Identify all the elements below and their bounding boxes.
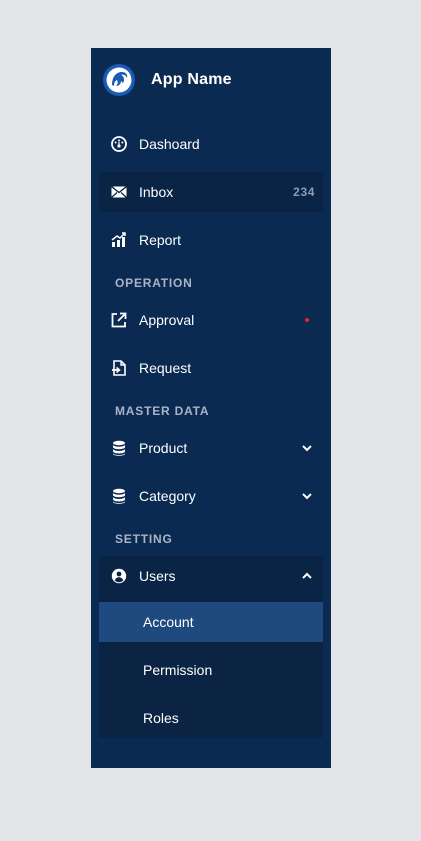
chart-icon [111, 232, 127, 248]
sidebar-item-category[interactable]: Category [99, 476, 323, 516]
section-heading-operation: OPERATION [115, 276, 193, 290]
file-arrow-icon [111, 360, 127, 376]
sidebar-item-users[interactable]: Users [99, 556, 323, 596]
sidebar-item-label: Approval [139, 312, 195, 328]
external-link-icon [111, 312, 127, 328]
sidebar-item-label: Dashoard [139, 136, 200, 152]
sidebar-item-label: Product [139, 440, 188, 456]
sidebar-item-product[interactable]: Product [99, 428, 323, 468]
section-heading-setting: SETTING [115, 532, 173, 546]
sidebar-item-inbox[interactable]: Inbox 234 [99, 172, 323, 212]
chevron-down-icon[interactable] [301, 490, 313, 502]
chevron-up-icon[interactable] [301, 570, 313, 582]
sidebar-item-label: Report [139, 232, 182, 248]
sidebar: App Name Dashoard Inbox 234 Report OPERA… [91, 48, 331, 768]
submenu-item-roles[interactable]: Roles [99, 698, 323, 738]
sidebar-item-report[interactable]: Report [99, 220, 323, 260]
sidebar-item-approval[interactable]: Approval [99, 300, 323, 340]
app-name: App Name [151, 71, 232, 88]
user-circle-icon [111, 568, 127, 584]
submenu-item-permission[interactable]: Permission [99, 650, 323, 690]
envelope-icon [111, 184, 127, 200]
sidebar-item-label: Request [139, 360, 192, 376]
users-submenu-group: Users Account Permission Roles [99, 556, 323, 738]
database-icon [111, 488, 127, 504]
dolphin-logo-icon [102, 63, 136, 97]
chevron-down-icon[interactable] [301, 442, 313, 454]
sidebar-item-label: Inbox [139, 184, 174, 200]
sidebar-item-label: Users [139, 568, 176, 584]
inbox-count-badge: 234 [293, 185, 315, 199]
sidebar-item-request[interactable]: Request [99, 348, 323, 388]
submenu-item-account[interactable]: Account [99, 602, 323, 642]
sidebar-item-dashboard[interactable]: Dashoard [99, 124, 323, 164]
sidebar-item-label: Category [139, 488, 196, 504]
section-heading-master-data: MASTER DATA [115, 404, 210, 418]
brand-header[interactable]: App Name [91, 48, 331, 112]
sidebar-nav: Dashoard Inbox 234 Report OPERATION Appr… [91, 124, 331, 738]
notification-dot [305, 318, 309, 322]
dashboard-gauge-icon [111, 136, 127, 152]
database-icon [111, 440, 127, 456]
